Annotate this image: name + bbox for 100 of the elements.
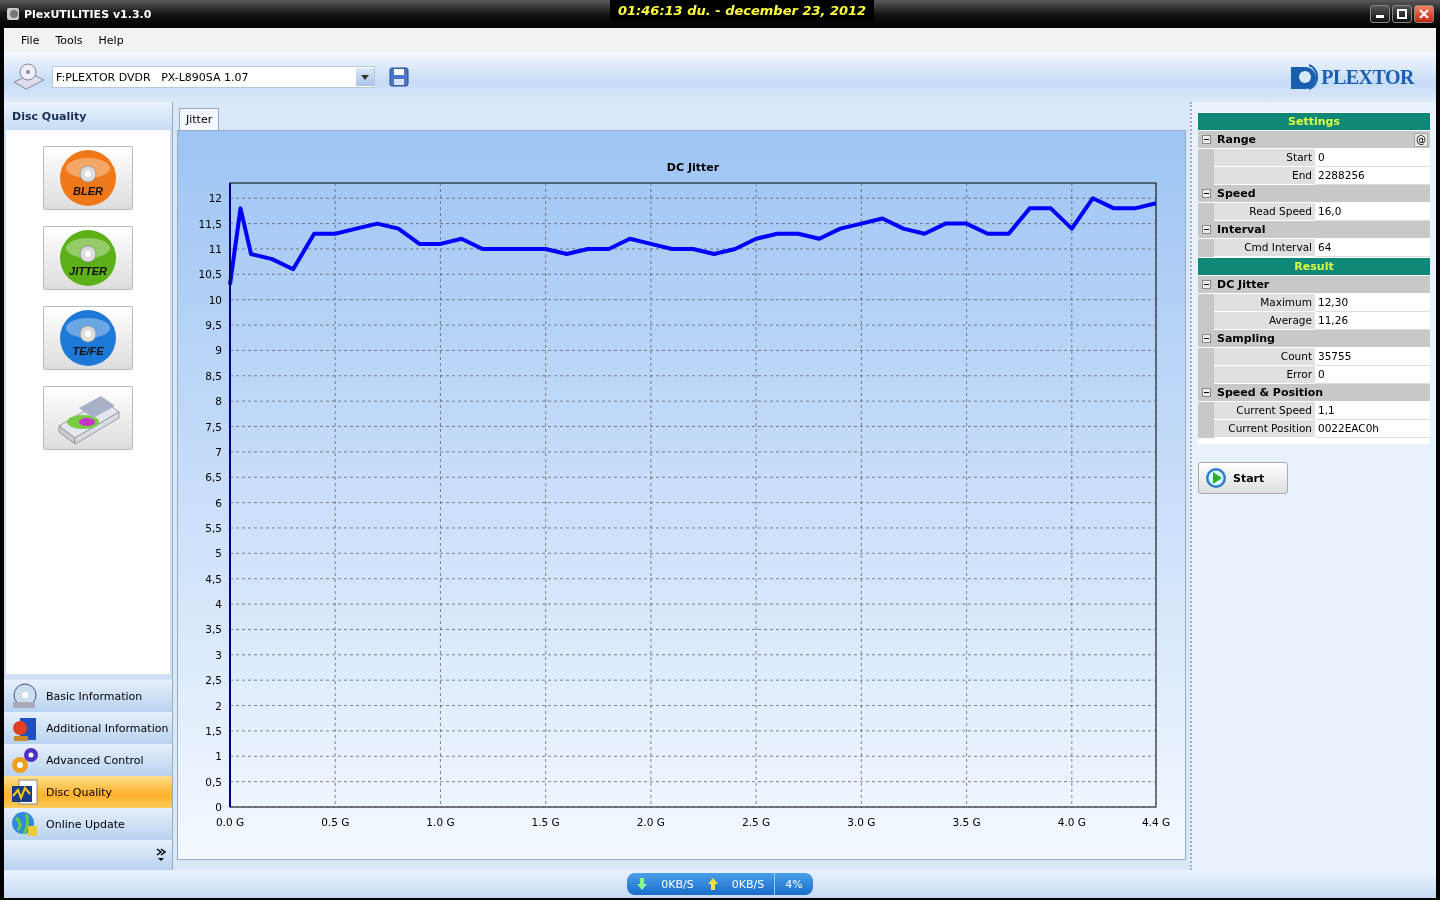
app-icon — [6, 7, 20, 21]
y-tick-label: 7 — [215, 445, 222, 458]
clock-display: 01:46:13 du. - december 23, 2012 — [610, 0, 875, 21]
expand-icon[interactable] — [156, 848, 166, 862]
property-value: 64 — [1315, 239, 1430, 257]
y-tick-label: 9 — [215, 344, 222, 357]
drive-dropdown[interactable]: F:PLEXTOR DVDR PX-L890SA 1.07 — [52, 66, 375, 88]
y-tick-label: 6,5 — [205, 471, 222, 484]
y-tick-label: 12 — [208, 192, 222, 205]
x-tick-label: 4.4 G — [1141, 816, 1171, 828]
group-action-button[interactable]: @ — [1414, 132, 1428, 147]
property-label: Current Position — [1214, 420, 1315, 438]
section-header: Result — [1294, 260, 1334, 273]
x-tick-label: 3.0 G — [847, 816, 876, 828]
property-label: End — [1214, 167, 1315, 185]
y-tick-label: 11,5 — [198, 217, 222, 230]
disc-drive-icon — [10, 682, 40, 710]
property-value: 16,0 — [1315, 203, 1430, 221]
y-tick-label: 2 — [215, 699, 222, 712]
caret-icon — [361, 74, 369, 80]
tab[interactable]: Jitter — [179, 108, 220, 130]
jitter-test-button[interactable]: JITTER — [43, 226, 133, 290]
property-label: Count — [1214, 348, 1315, 366]
x-tick-label: 2.0 G — [636, 816, 665, 828]
y-tick-label: 7,5 — [205, 420, 222, 433]
property-label: Current Speed — [1214, 402, 1315, 420]
y-tick-label: 0,5 — [205, 775, 222, 788]
y-tick-label: 11 — [208, 242, 222, 255]
menu-item[interactable]: Tools — [48, 31, 90, 49]
property-label: Read Speed — [1214, 203, 1315, 221]
menu-item[interactable]: File — [14, 31, 47, 49]
section-header: Settings — [1288, 115, 1340, 128]
group-title: Speed — [1217, 187, 1257, 200]
property-value: 11,26 — [1315, 312, 1430, 330]
jitter-test-button[interactable]: BLER — [43, 146, 133, 210]
y-tick-label: 5 — [215, 547, 222, 560]
collapse-icon[interactable] — [1202, 334, 1211, 343]
y-tick-label: 2,5 — [205, 674, 222, 687]
disc-drive-icon — [12, 62, 46, 92]
group-title: Interval — [1217, 223, 1267, 236]
y-tick-label: 8,5 — [205, 369, 222, 382]
globe-icon — [10, 810, 40, 838]
y-tick-label: 0 — [215, 801, 222, 813]
collapse-icon[interactable] — [1202, 280, 1211, 289]
y-tick-label: 6 — [215, 496, 222, 509]
download-speed: 0KB/S — [661, 877, 694, 891]
x-tick-label: 3.5 G — [952, 816, 981, 828]
sidebar-title: Disc Quality — [4, 102, 172, 130]
logo-text: PLEXTOR — [1321, 65, 1414, 89]
x-tick-label: 0.5 G — [321, 816, 350, 828]
property-label: Maximum — [1214, 294, 1315, 312]
logo-icon — [1289, 63, 1320, 91]
save-icon[interactable] — [389, 67, 409, 87]
property-value: 0 — [1315, 366, 1430, 384]
nav-item[interactable]: Disc Quality — [4, 776, 172, 808]
property-value: 12,30 — [1315, 294, 1430, 312]
y-tick-label: 10 — [208, 293, 222, 306]
x-tick-label: 1.5 G — [531, 816, 560, 828]
y-tick-label: 9,5 — [205, 319, 222, 332]
collapse-icon[interactable] — [1202, 189, 1211, 198]
close-button[interactable] — [1414, 5, 1434, 23]
progress-percent: 4% — [774, 873, 813, 895]
start-button[interactable]: Start — [1198, 462, 1288, 494]
y-tick-label: 4 — [215, 598, 222, 611]
window-title: PlexUTILITIES v1.3.0 — [24, 7, 152, 21]
nav-item[interactable]: Online Update — [4, 808, 172, 840]
y-tick-label: 4,5 — [205, 572, 222, 585]
x-tick-label: 2.5 G — [742, 816, 771, 828]
property-label: Cmd Interval — [1214, 239, 1315, 257]
property-label: Average — [1214, 312, 1315, 330]
nav-item[interactable]: Basic Information — [4, 680, 172, 712]
x-tick-label: 4.0 G — [1057, 816, 1086, 828]
maximize-button[interactable] — [1392, 5, 1412, 23]
y-tick-label: 5,5 — [205, 522, 222, 534]
property-value: 0 — [1315, 149, 1430, 167]
collapse-icon[interactable] — [1202, 135, 1211, 144]
property-label: Error — [1214, 366, 1315, 384]
property-value: 0022EAC0h — [1315, 420, 1430, 438]
collapse-icon[interactable] — [1202, 388, 1211, 397]
chart-title: DC Jitter — [666, 161, 720, 174]
property-label: Start — [1214, 149, 1315, 167]
gears-icon — [10, 746, 40, 774]
minimize-button[interactable] — [1370, 5, 1390, 23]
y-tick-label: 3,5 — [205, 623, 222, 636]
y-tick-label: 1,5 — [205, 724, 222, 737]
y-tick-label: 3 — [215, 648, 222, 661]
play-icon — [1205, 467, 1227, 489]
property-value: 2288256 — [1315, 167, 1430, 185]
down-arrow-icon — [637, 878, 648, 890]
drive-button[interactable] — [43, 386, 133, 450]
jitter-test-button[interactable]: TE/FE — [43, 306, 133, 370]
group-title: Speed & Position — [1217, 386, 1325, 399]
nav-item[interactable]: Additional Information — [4, 712, 172, 744]
property-value: 35755 — [1315, 348, 1430, 366]
y-tick-label: 10,5 — [198, 268, 222, 281]
chart-document-icon — [10, 778, 40, 806]
nav-item[interactable]: Advanced Control — [4, 744, 172, 776]
collapse-icon[interactable] — [1202, 225, 1211, 234]
menu-item[interactable]: Help — [91, 31, 131, 49]
group-title: Range — [1217, 133, 1258, 146]
